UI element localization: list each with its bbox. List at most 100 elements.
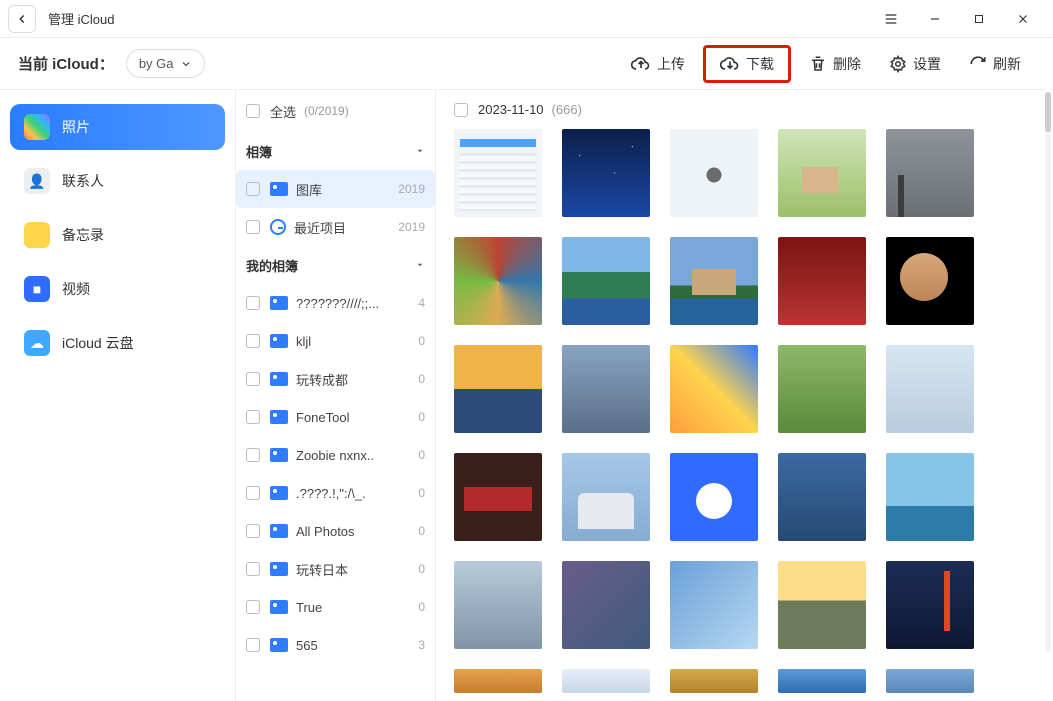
album-checkbox[interactable]: [246, 638, 260, 652]
album-item[interactable]: Zoobie nxnx.. 0: [236, 436, 435, 474]
photo-thumbnail[interactable]: [562, 237, 650, 325]
album-checkbox[interactable]: [246, 182, 260, 196]
photo-thumbnail[interactable]: [886, 237, 974, 325]
album-name: 565: [296, 638, 412, 653]
album-item[interactable]: True 0: [236, 588, 435, 626]
photo-thumbnail[interactable]: [562, 129, 650, 217]
album-item[interactable]: FoneTool 0: [236, 398, 435, 436]
photo-thumbnail[interactable]: [454, 237, 542, 325]
date-count: (666): [552, 102, 582, 117]
photo-thumbnail[interactable]: [886, 561, 974, 649]
refresh-button[interactable]: 刷新: [959, 48, 1031, 80]
album-item[interactable]: 玩转成都 0: [236, 360, 435, 398]
download-button[interactable]: 下载: [703, 45, 791, 83]
sidebar-item-icloud-drive[interactable]: ☁ iCloud 云盘: [10, 320, 225, 366]
photo-thumbnail[interactable]: [562, 669, 650, 693]
album-count: 0: [418, 372, 425, 386]
album-item[interactable]: .????.!,":/\_. 0: [236, 474, 435, 512]
photo-content: 2023-11-10 (666): [436, 90, 1053, 701]
album-name: 玩转日本: [296, 560, 412, 579]
photo-thumbnail[interactable]: [670, 129, 758, 217]
sidebar-item-videos[interactable]: ■ 视频: [10, 266, 225, 312]
photo-thumbnail[interactable]: [454, 669, 542, 693]
album-checkbox[interactable]: [246, 334, 260, 348]
album-count: 0: [418, 334, 425, 348]
album-count: 2019: [398, 182, 425, 196]
back-button[interactable]: [8, 5, 36, 33]
album-item[interactable]: 图库 2019: [236, 170, 435, 208]
album-checkbox[interactable]: [246, 448, 260, 462]
cloud-upload-icon: [631, 54, 651, 74]
album-icon: [270, 296, 288, 310]
album-checkbox[interactable]: [246, 600, 260, 614]
sidebar-item-notes[interactable]: 备忘录: [10, 212, 225, 258]
album-item[interactable]: ???????////;;... 4: [236, 284, 435, 322]
photo-thumbnail[interactable]: [886, 129, 974, 217]
album-checkbox[interactable]: [246, 562, 260, 576]
album-checkbox[interactable]: [246, 524, 260, 538]
photo-thumbnail[interactable]: [670, 669, 758, 693]
photo-thumbnail[interactable]: [562, 453, 650, 541]
minimize-button[interactable]: [913, 0, 957, 38]
photo-thumbnail[interactable]: [778, 453, 866, 541]
photo-thumbnail[interactable]: [778, 129, 866, 217]
album-checkbox[interactable]: [246, 372, 260, 386]
close-button[interactable]: [1001, 0, 1045, 38]
album-name: 最近项目: [294, 218, 392, 237]
photo-thumbnail[interactable]: [454, 129, 542, 217]
album-panel: 全选 (0/2019) 相簿 图库 2019 最近项目 2019 我的相簿 ??…: [236, 90, 436, 701]
album-count: 2019: [398, 220, 425, 234]
account-selector[interactable]: by Ga: [126, 49, 205, 78]
photo-thumbnail[interactable]: [670, 345, 758, 433]
photo-thumbnail[interactable]: [454, 345, 542, 433]
minimize-icon: [928, 12, 942, 26]
photo-thumbnail[interactable]: [454, 453, 542, 541]
header: 当前 iCloud： by Ga 上传 下载 删除 设置 刷新: [0, 38, 1053, 90]
photos-icon: [24, 114, 50, 140]
photo-thumbnail[interactable]: [670, 453, 758, 541]
settings-button[interactable]: 设置: [879, 48, 951, 80]
photo-thumbnail[interactable]: [562, 561, 650, 649]
scrollbar-handle[interactable]: [1045, 92, 1051, 132]
album-checkbox[interactable]: [246, 296, 260, 310]
album-section-my[interactable]: 我的相簿: [236, 246, 435, 284]
photo-thumbnail[interactable]: [778, 669, 866, 693]
sidebar-item-photos[interactable]: 照片: [10, 104, 225, 150]
date-header[interactable]: 2023-11-10 (666): [454, 102, 1047, 117]
album-item[interactable]: 玩转日本 0: [236, 550, 435, 588]
album-checkbox[interactable]: [246, 220, 260, 234]
select-all-row[interactable]: 全选 (0/2019): [236, 90, 435, 132]
select-all-checkbox[interactable]: [246, 104, 260, 118]
date-label: 2023-11-10: [478, 102, 544, 117]
album-section-label: 我的相簿: [246, 256, 298, 275]
photo-thumbnail[interactable]: [778, 237, 866, 325]
album-count: 0: [418, 562, 425, 576]
album-icon: [270, 182, 288, 196]
photo-thumbnail[interactable]: [886, 345, 974, 433]
photo-thumbnail[interactable]: [886, 453, 974, 541]
album-item[interactable]: kljl 0: [236, 322, 435, 360]
photo-thumbnail[interactable]: [778, 345, 866, 433]
album-item[interactable]: All Photos 0: [236, 512, 435, 550]
date-checkbox[interactable]: [454, 103, 468, 117]
album-section-system[interactable]: 相簿: [236, 132, 435, 170]
album-item[interactable]: 565 3: [236, 626, 435, 664]
album-checkbox[interactable]: [246, 486, 260, 500]
upload-button[interactable]: 上传: [621, 48, 695, 80]
photo-thumbnail[interactable]: [670, 561, 758, 649]
album-icon: [270, 448, 288, 462]
album-checkbox[interactable]: [246, 410, 260, 424]
photo-thumbnail[interactable]: [670, 237, 758, 325]
sidebar-item-contacts[interactable]: 👤 联系人: [10, 158, 225, 204]
maximize-button[interactable]: [957, 0, 1001, 38]
trash-icon: [809, 55, 827, 73]
vertical-scrollbar[interactable]: [1045, 92, 1051, 652]
album-item[interactable]: 最近项目 2019: [236, 208, 435, 246]
hamburger-button[interactable]: [869, 0, 913, 38]
photo-thumbnail[interactable]: [886, 669, 974, 693]
photo-thumbnail[interactable]: [562, 345, 650, 433]
photo-thumbnail[interactable]: [454, 561, 542, 649]
delete-button[interactable]: 删除: [799, 48, 871, 80]
delete-label: 删除: [833, 54, 861, 74]
photo-thumbnail[interactable]: [778, 561, 866, 649]
